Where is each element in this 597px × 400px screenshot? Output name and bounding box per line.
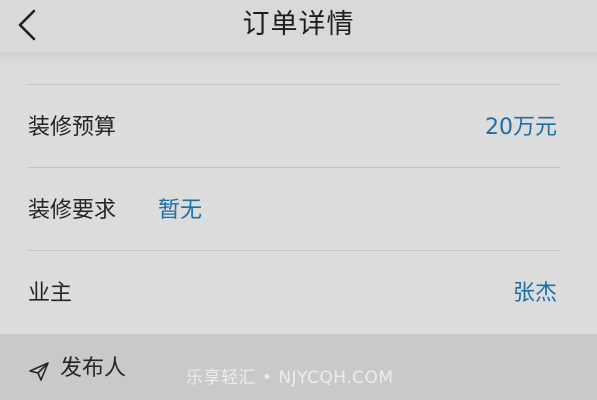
row-value-budget: 20万元: [485, 115, 557, 140]
top-nav-bar: 订单详情: [0, 0, 597, 52]
watermark: 乐享轻汇 • NJYCQH.COM: [186, 368, 394, 388]
divider: [28, 167, 560, 168]
row-value-owner[interactable]: 张杰: [513, 279, 557, 309]
row-label-owner: 业主: [28, 281, 73, 306]
order-detail-list: 装修预算 20万元 装修要求 暂无 业主 张杰: [0, 66, 597, 334]
header-shadow: [0, 52, 597, 66]
row-label-requirements: 装修要求: [28, 198, 117, 223]
divider: [28, 250, 560, 251]
send-icon: [29, 362, 49, 381]
page-title: 订单详情: [242, 9, 355, 40]
row-label-budget: 装修预算: [28, 115, 117, 140]
publisher-label: 发布人: [60, 356, 127, 381]
row-value-requirements: 暂无: [158, 198, 203, 223]
divider: [28, 84, 560, 85]
publisher-section-header: 发布人 乐享轻汇 • NJYCQH.COM: [0, 334, 597, 400]
